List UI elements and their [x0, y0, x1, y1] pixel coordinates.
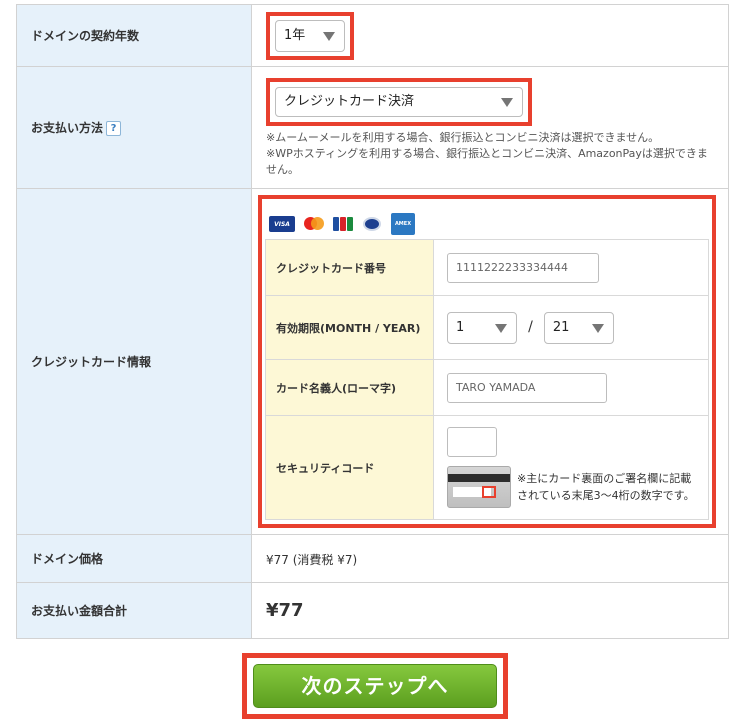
expiry-month-select[interactable]: 1	[447, 311, 517, 344]
payment-method-cell: クレジットカード決済 ※ムームーメールを利用する場合、銀行振込とコンビニ決済は選…	[251, 66, 729, 189]
security-code-input[interactable]	[447, 427, 497, 457]
payment-method-header: お支払い方法?	[16, 66, 252, 189]
card-expiry-label: 有効期限(MONTH / YEAR)	[265, 295, 434, 360]
next-step-button[interactable]: 次のステップへ	[253, 664, 497, 708]
card-name-label: カード名義人(ローマ字)	[265, 359, 434, 416]
contract-term-cell: 1年	[251, 4, 729, 67]
card-number-input[interactable]: 1111222233334444	[447, 252, 599, 283]
chevron-down-icon	[591, 323, 604, 333]
card-number-label: クレジットカード番号	[265, 239, 434, 296]
chevron-down-icon	[323, 31, 335, 41]
row-credit-card: クレジットカード情報 VISA AMEX クレジットカード番号 11112222…	[16, 188, 729, 535]
help-icon[interactable]: ?	[106, 121, 122, 136]
contract-term-highlight: 1年	[266, 11, 354, 60]
security-note-line-2: されている末尾3〜4桁の数字です。	[517, 489, 695, 502]
credit-card-form: クレジットカード番号 1111222233334444 有効期限(MONTH /…	[265, 239, 709, 520]
card-brand-logos: VISA AMEX	[265, 205, 709, 239]
security-note-line-1: ※主にカード裏面のご署名欄に記載	[517, 472, 692, 485]
card-back-icon	[447, 466, 511, 508]
row-total-amount: お支払い金額合計 ¥77	[16, 582, 729, 639]
card-security-label: セキュリティコード	[265, 415, 434, 520]
credit-card-label: クレジットカード情報	[16, 188, 252, 535]
security-hint: ※主にカード裏面のご署名欄に記載 されている末尾3〜4桁の数字です。	[447, 466, 708, 508]
diners-logo-icon	[359, 216, 385, 232]
total-amount-cell: ¥77	[251, 582, 729, 639]
expiry-year-select[interactable]: 21	[543, 311, 614, 344]
expiry-month-value: 1	[456, 319, 465, 335]
next-button-highlight: 次のステップへ	[242, 653, 508, 719]
contract-term-value: 1年	[284, 27, 306, 43]
jcb-logo-icon	[333, 216, 353, 232]
card-expiry-cell: 1 / 21	[433, 295, 709, 360]
contract-term-label: ドメインの契約年数	[16, 4, 252, 67]
total-amount-label: お支払い金額合計	[16, 582, 252, 639]
card-name-row: カード名義人(ローマ字) TARO YAMADA	[265, 359, 709, 416]
credit-card-highlight: VISA AMEX クレジットカード番号 1111222233334444 有効…	[258, 195, 716, 528]
card-security-cell: ※主にカード裏面のご署名欄に記載 されている末尾3〜4桁の数字です。	[433, 415, 709, 520]
card-number-cell: 1111222233334444	[433, 239, 709, 296]
contract-term-select[interactable]: 1年	[275, 19, 345, 52]
amex-logo-icon: AMEX	[391, 213, 415, 235]
payment-note-2: ※WPホスティングを利用する場合、銀行振込とコンビニ決済、AmazonPayは選…	[266, 146, 708, 176]
order-form-table: ドメインの契約年数 1年 お支払い方法? クレジットカード決済 ※ムームーメール…	[16, 4, 729, 639]
security-note: ※主にカード裏面のご署名欄に記載 されている末尾3〜4桁の数字です。	[517, 470, 695, 504]
payment-note-1: ※ムームーメールを利用する場合、銀行振込とコンビニ決済は選択できません。	[266, 130, 660, 144]
row-payment-method: お支払い方法? クレジットカード決済 ※ムームーメールを利用する場合、銀行振込と…	[16, 66, 729, 189]
expiry-year-value: 21	[552, 319, 570, 335]
credit-card-cell: VISA AMEX クレジットカード番号 1111222233334444 有効…	[251, 188, 729, 535]
card-number-row: クレジットカード番号 1111222233334444	[265, 239, 709, 296]
card-name-cell: TARO YAMADA	[433, 359, 709, 416]
chevron-down-icon	[495, 323, 507, 333]
domain-price-value: ¥77 (消費税 ¥7)	[266, 553, 358, 567]
domain-price-cell: ¥77 (消費税 ¥7)	[251, 534, 729, 583]
card-holder-input[interactable]: TARO YAMADA	[447, 372, 607, 403]
payment-method-highlight: クレジットカード決済	[266, 77, 532, 126]
total-amount-value: ¥77	[266, 600, 304, 621]
visa-logo-icon: VISA	[269, 216, 295, 232]
payment-method-label: お支払い方法	[31, 121, 104, 135]
domain-price-label: ドメイン価格	[16, 534, 252, 583]
payment-method-value: クレジットカード決済	[284, 93, 415, 109]
mastercard-logo-icon	[301, 216, 327, 232]
expiry-separator: /	[528, 318, 533, 335]
row-domain-price: ドメイン価格 ¥77 (消費税 ¥7)	[16, 534, 729, 583]
card-expiry-row: 有効期限(MONTH / YEAR) 1 / 21	[265, 295, 709, 360]
row-contract-term: ドメインの契約年数 1年	[16, 4, 729, 67]
chevron-down-icon	[501, 97, 513, 107]
card-security-row: セキュリティコード ※主にカード裏面のご署名欄に記載 されている末尾3〜4桁の数…	[265, 415, 709, 520]
payment-method-select[interactable]: クレジットカード決済	[275, 86, 523, 117]
